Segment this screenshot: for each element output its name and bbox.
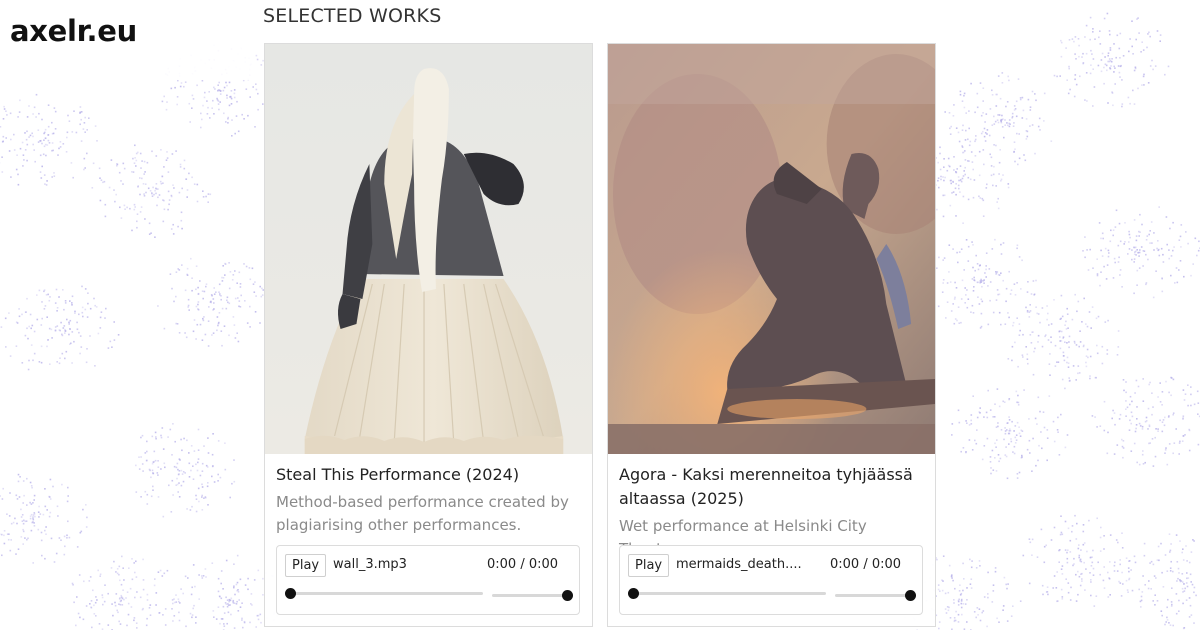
volume-thumb[interactable] bbox=[562, 590, 573, 601]
section-title: SELECTED WORKS bbox=[263, 5, 442, 27]
seek-slider[interactable] bbox=[628, 588, 826, 599]
time-readout: 0:00 / 0:00 bbox=[487, 557, 559, 572]
background-dot-pattern bbox=[0, 12, 1200, 630]
volume-slider[interactable] bbox=[835, 590, 916, 601]
volume-thumb[interactable] bbox=[905, 590, 916, 601]
volume-slider[interactable] bbox=[492, 590, 573, 601]
work-title[interactable]: Agora - Kaksi merenneitoa tyhjäässä alta… bbox=[619, 463, 929, 511]
seek-slider[interactable] bbox=[285, 588, 483, 599]
audio-player: Play wall_3.mp3 0:00 / 0:00 bbox=[276, 545, 580, 615]
audio-file-name: wall_3.mp3 bbox=[333, 557, 407, 572]
audio-player: Play mermaids_death.... 0:00 / 0:00 bbox=[619, 545, 923, 615]
work-description: Method-based performance created by plag… bbox=[276, 493, 569, 534]
seek-thumb[interactable] bbox=[628, 588, 639, 599]
audio-file-name: mermaids_death.... bbox=[676, 557, 802, 572]
stage-performer-photo bbox=[608, 44, 935, 454]
work-title[interactable]: Steal This Performance (2024) bbox=[276, 463, 586, 487]
costume-dress-photo bbox=[265, 44, 592, 454]
work-card: Agora - Kaksi merenneitoa tyhjäässä alta… bbox=[607, 43, 936, 627]
play-button[interactable]: Play bbox=[628, 554, 670, 577]
time-readout: 0:00 / 0:00 bbox=[830, 557, 902, 572]
site-logo[interactable]: axelr.eu bbox=[10, 14, 137, 48]
work-card: Steal This Performance (2024) Method-bas… bbox=[264, 43, 593, 627]
seek-thumb[interactable] bbox=[285, 588, 296, 599]
work-image bbox=[265, 44, 592, 454]
header-logo-area: axelr.eu bbox=[0, 0, 255, 80]
play-button[interactable]: Play bbox=[285, 554, 327, 577]
work-image bbox=[608, 44, 935, 454]
